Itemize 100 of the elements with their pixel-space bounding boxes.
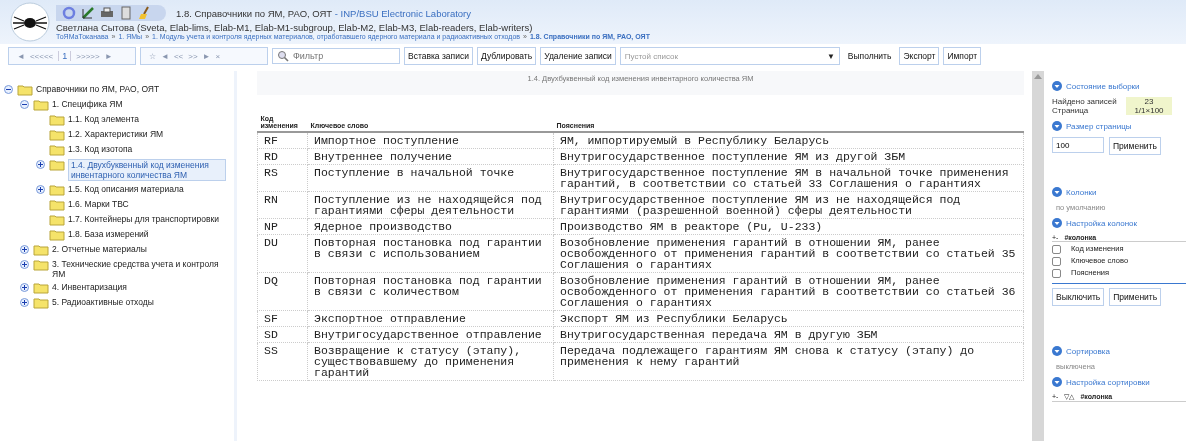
expand-icon[interactable] [20,282,30,292]
tree-item[interactable]: 1.1. Код элемента [68,114,139,124]
folder-icon [49,129,65,141]
folder-icon [17,84,33,96]
table-cell: Повторная постановка под гарантии в связи с количеством [307,272,554,311]
collapse-icon[interactable] [1052,81,1062,91]
section-title[interactable]: Настройка колонок [1066,218,1138,228]
page-size-field[interactable]: 100 [1052,137,1104,153]
table-cell: Экспортное отправление [307,310,554,327]
table-cell: SD [257,326,308,343]
collapse-icon[interactable] [20,99,30,109]
table-cell: Ядерное производство [307,218,554,235]
folder-icon [49,214,65,226]
expand-icon[interactable] [20,297,30,307]
toolbar-button[interactable]: Вставка записи [404,47,473,65]
printer-icon[interactable] [100,6,114,20]
collapse-icon[interactable] [1052,187,1062,197]
checkbox[interactable] [1052,257,1061,266]
search-icon [277,50,289,62]
stat-label: Найдено записей [1052,97,1118,106]
collapse-icon[interactable] [1052,346,1062,356]
checkbox[interactable] [1052,245,1061,254]
table-cell: RF [257,132,308,149]
apply-button[interactable]: Применить [1109,137,1161,155]
section-title[interactable]: Колонки [1066,187,1097,197]
dropdown[interactable]: Пустой список ▼ [619,47,840,65]
table-cell: Поступление в начальной точке [307,164,554,192]
tree-item[interactable]: Справочники по ЯМ, РАО, ОЯТ [36,84,160,94]
expand-icon[interactable] [20,244,30,254]
window-title: 1.8. Справочники по ЯМ, РАО, ОЯТ - INP/BSU Electronic Laboratory [176,7,471,19]
expand-icon[interactable] [36,159,46,169]
section-title[interactable]: Состояние выборки [1066,81,1140,91]
tree-item[interactable]: 1.7. Контейнеры для транспортировки [68,214,219,224]
collapse-icon[interactable] [4,84,14,94]
table-cell: Внутригосударственное поступление ЯМ в начальной точке применения гарантий, в соответствии со статьей 33 Соглашения о гарантиях [553,164,1024,192]
folder-icon [49,229,65,241]
section-title[interactable]: Настройка сортировки [1066,377,1150,387]
collapse-icon[interactable] [1052,377,1062,387]
checkbox[interactable] [1052,269,1061,278]
table-cell: Возобновление применения гарантий в отношении ЯМ, ранее освобожденного от применения гарантий в соответствии со статьей 35 Соглашения о гарантиях [553,234,1024,273]
tree-item[interactable]: 3. Технические средства учета и контроля ЯМ [52,259,227,279]
tree-item[interactable]: 1.2. Характеристики ЯМ [68,129,164,139]
table-cell: ЯМ, импортируемый в Республику Беларусь [553,132,1024,149]
tree-item[interactable]: 1.4. Двухбуквенный код изменения инвентарного количества ЯМ [68,159,226,181]
stat-label: Страница [1052,106,1090,115]
table-cell: SF [257,310,308,327]
table-cell: Внутреннее получение [307,148,554,165]
toolbar-button[interactable]: Экспорт [899,47,940,65]
filter-field[interactable]: Фильтр [272,48,400,64]
side-button[interactable]: Применить [1109,288,1162,306]
table-cell: DU [257,234,308,273]
section-title[interactable]: Сортировка [1066,346,1110,356]
table-cell: DQ [257,272,308,311]
collapse-icon[interactable] [1052,121,1062,131]
table-cell: NP [257,218,308,235]
side-button[interactable]: Выключить [1052,288,1105,306]
folder-icon [49,184,65,196]
tree-item[interactable]: 1.3. Код изотопа [68,144,133,154]
table-cell: Экспорт ЯМ из Республики Беларусь [553,310,1024,327]
expand-icon[interactable] [36,184,46,194]
table-cell: Внутригосударственное поступление ЯМ из не находящейся под гарантиями (разрешенной военной) сферы деятельности [553,191,1024,219]
pager-link[interactable]: 1 [58,51,72,61]
folder-icon [33,99,49,111]
table-cell: Импортное поступление [307,132,554,149]
scrollbar[interactable] [1032,71,1044,441]
tree-item[interactable]: 1.5. Код описания материала [68,184,184,194]
section-title[interactable]: Размер страницы [1066,121,1132,131]
refresh-icon[interactable] [62,6,76,20]
tree-item[interactable]: 4. Инвентаризация [52,282,127,292]
table-cell: RS [257,164,308,192]
tree-item[interactable]: 1.6. Марки ТВС [68,199,129,209]
tree-item[interactable]: 1.8. База измерений [68,229,149,239]
broom-icon[interactable] [138,6,152,20]
toolbar-button[interactable]: Дублировать [476,47,537,65]
table-cell: SS [257,342,308,381]
expand-icon[interactable] [20,259,30,269]
table-cell: Внутригосударственное поступление ЯМ из другой ЗБМ [553,148,1024,165]
table-cell: RD [257,148,308,165]
table-cell: Поступление из не находящейся под гарантиями сферы деятельности [307,191,554,219]
table-cell: Производство ЯМ в реакторе (Pu, U-233) [553,218,1024,235]
table-cell: Повторная постановка под гарантии в связи с использованием [307,234,554,273]
folder-icon [33,282,49,294]
ruler-icon[interactable] [81,6,95,20]
folder-icon [33,244,49,256]
table-cell: Возвращение к статусу (этапу), существовавшему до применения гарантий [307,342,554,381]
table-cell: Возобновление применения гарантий в отношении ЯМ, ранее освобожденного от применения гарантий в соответствии со статьей 36 Соглашения о гарантиях [553,272,1024,311]
tree-item[interactable]: 1. Специфика ЯМ [52,99,123,109]
tree-item[interactable]: 2. Отчетные материалы [52,244,147,254]
collapse-icon[interactable] [1052,218,1062,228]
folder-icon [49,199,65,211]
table-cell: Передача подлежащего гарантиям ЯМ снова к статусу (этапу) до применения к нему гарантий [553,342,1024,381]
table-cell: Внутригосударственная передача ЯМ в другую ЗБМ [553,326,1024,343]
tree-item[interactable]: 5. Радиоактивные отходы [52,297,154,307]
folder-icon [49,159,65,171]
stat-value: 1/1×100 [1126,106,1172,115]
toolbar-button[interactable]: Импорт [943,47,982,65]
stat-value: 23 [1126,97,1172,106]
table-cell: RN [257,191,308,219]
toolbar-button[interactable]: Удаление записи [540,47,616,65]
folder-icon [33,297,49,309]
